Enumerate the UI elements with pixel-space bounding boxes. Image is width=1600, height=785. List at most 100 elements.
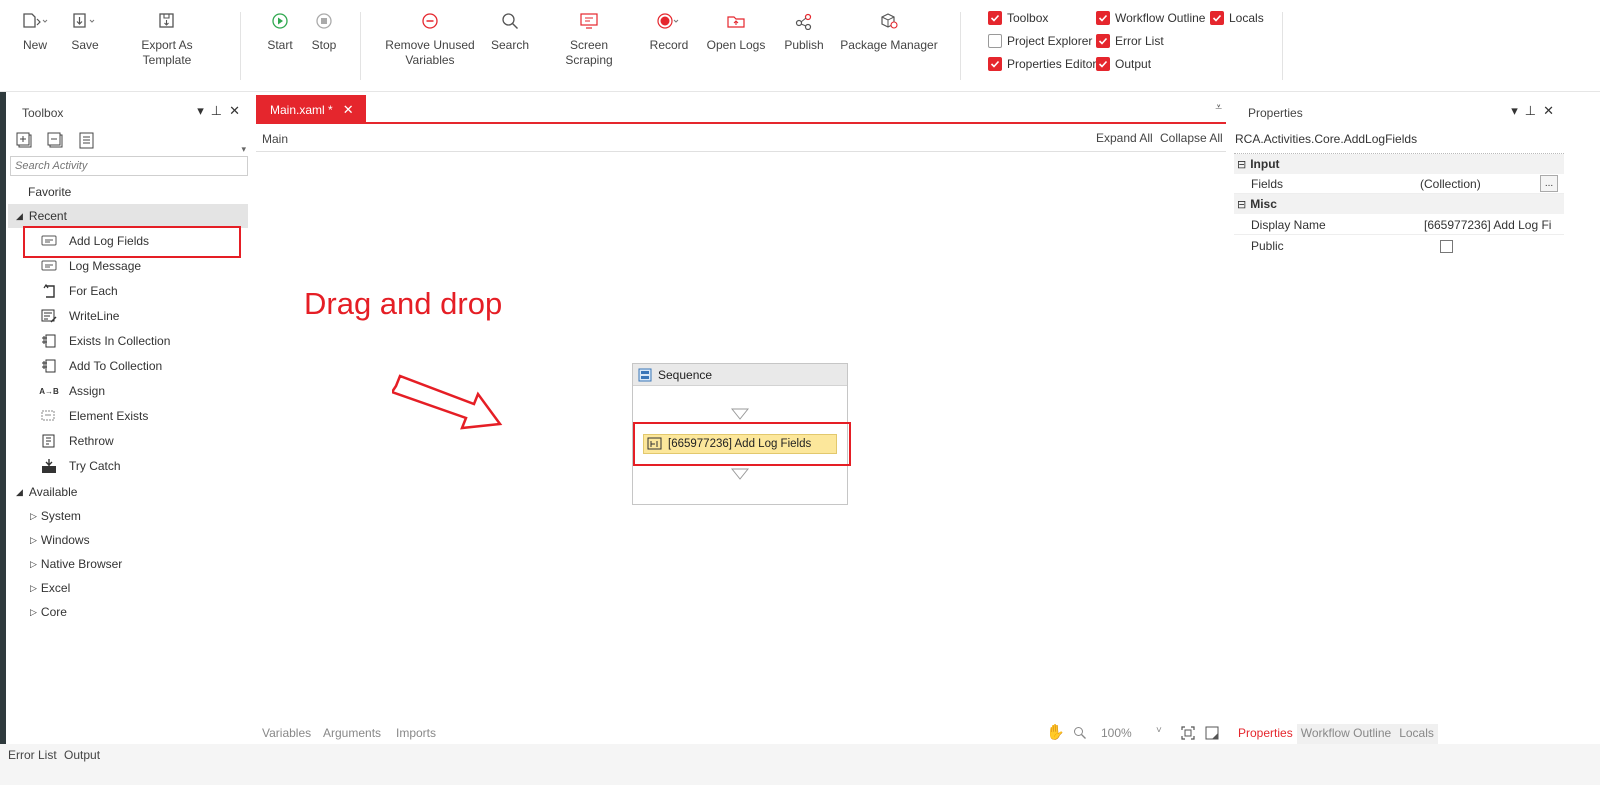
search-button[interactable]: Search [490,8,530,78]
collapse-box-icon[interactable]: ⊟ [1237,198,1246,211]
collapse-all-link[interactable]: Collapse All [1160,131,1223,145]
toolbox-panel-controls: ▾ ⊥ ✕ [197,103,240,119]
zoom-level[interactable]: 100% [1101,726,1132,740]
toolbox-title: Toolbox [22,106,64,120]
properties-bottom-tabs: Properties Workflow Outline Locals [1234,724,1564,744]
toolbox-item-rethrow[interactable]: Rethrow [8,429,248,453]
new-label: New [22,38,47,52]
close-tab-icon[interactable]: ✕ [343,102,354,118]
pan-hand-icon[interactable]: ✋ [1046,723,1065,741]
toolbox-item-element-exists[interactable]: Element Exists [8,404,248,428]
tab-error-list[interactable]: Error List [8,748,57,762]
list-view-icon[interactable] [78,132,96,150]
toolbox-category-excel[interactable]: ▷ Excel [8,576,248,600]
toolbox-category-system[interactable]: ▷ System [8,504,248,528]
checkbox-unchecked-icon [988,34,1002,48]
overview-map-icon[interactable] [1204,725,1220,741]
search-label: Search [490,38,530,52]
toolbox-item-assign[interactable]: A→B Assign [8,379,248,403]
variables-tab[interactable]: Variables [262,726,311,740]
imports-tab[interactable]: Imports [396,726,436,740]
fit-to-screen-icon[interactable] [1180,725,1196,741]
search-icon [502,13,518,29]
collapse-all-icon[interactable] [47,132,65,150]
tab-output[interactable]: Output [64,748,100,762]
toolbox-recent-header[interactable]: ◢ Recent [8,204,248,228]
zoom-icon[interactable] [1073,726,1087,740]
close-icon[interactable]: ✕ [1543,103,1554,119]
arrow-annotation-icon [392,374,503,430]
publish-label: Publish [784,38,824,52]
package-manager-label: Package Manager [840,38,938,52]
zoom-dropdown-icon[interactable]: ˅ [1156,725,1162,736]
collapsed-triangle-icon: ▷ [30,558,37,569]
stop-label: Stop [311,38,337,52]
package-manager-button[interactable]: Package Manager [840,8,938,78]
new-button[interactable]: New [20,8,50,78]
dropdown-arrow-icon[interactable]: ▾ [197,103,204,119]
arguments-tab[interactable]: Arguments [323,726,381,740]
screen-scraping-button[interactable]: Screen Scraping [546,8,632,78]
dropdown-arrow-icon[interactable]: ▾ [1511,103,1518,119]
expand-all-icon[interactable] [16,132,34,150]
toolbox-category-core[interactable]: ▷ Core [8,600,248,624]
toolbox-item-for-each[interactable]: For Each [8,279,248,303]
public-checkbox[interactable] [1440,239,1453,253]
record-button[interactable]: Record [648,8,690,78]
start-button[interactable]: Start [265,8,295,78]
ribbon-toolbar: New Save Export As Template Start Stop R… [0,0,1600,92]
collapsed-triangle-icon: ▷ [30,606,37,617]
checkbox-checked-icon [1210,11,1224,25]
tab-workflow-outline[interactable]: Workflow Outline [1296,724,1396,744]
drag-and-drop-annotation: Drag and drop [304,286,503,321]
toolbox-item-exists-in-collection[interactable]: Exists In Collection [8,329,248,353]
tab-properties[interactable]: Properties [1234,724,1297,744]
screen-scraping-icon [580,13,598,29]
toolbox-item-writeline[interactable]: WriteLine [8,304,248,328]
project-explorer-toggle[interactable]: Project Explorer [988,33,1092,49]
expand-all-link[interactable]: Expand All [1096,131,1153,145]
sequence-header[interactable]: Sequence [633,364,847,386]
toolbox-category-native-browser[interactable]: ▷ Native Browser [8,552,248,576]
toolbox-item-try-catch[interactable]: Try Catch [8,454,248,478]
property-public: Public [1234,236,1564,256]
save-button[interactable]: Save [70,8,100,78]
toolbox-category-windows[interactable]: ▷ Windows [8,528,248,552]
fields-value[interactable]: (Collection) [1420,177,1540,191]
stop-button[interactable]: Stop [309,8,339,78]
highlight-annotation-box [633,422,851,466]
breadcrumb[interactable]: Main [262,132,288,146]
properties-panel-controls: ▾ ⊥ ✕ [1511,103,1554,119]
collapse-box-icon[interactable]: ⊟ [1237,158,1246,171]
export-as-template-button[interactable]: Export As Template [116,8,218,78]
category-input[interactable]: ⊟ Input [1234,154,1564,174]
tab-overflow-icon[interactable]: ⩡ [1215,100,1222,115]
toolbox-available-header[interactable]: ◢ Available [8,480,248,504]
properties-editor-toggle[interactable]: Properties Editor [988,56,1096,72]
sequence-icon [638,368,652,381]
package-icon [881,13,898,29]
bottom-panel-tabs: Error List Output [0,744,1600,785]
remove-unused-variables-button[interactable]: Remove Unused Variables [384,8,476,78]
error-list-toggle[interactable]: Error List [1096,33,1164,49]
designer-footer: Variables Arguments Imports ✋ 100% ˅ [256,722,1226,744]
pin-icon[interactable]: ⊥ [211,103,222,119]
toolbox-favorite[interactable]: Favorite [8,180,248,204]
open-logs-button[interactable]: Open Logs [706,8,766,78]
output-toggle[interactable]: Output [1096,56,1151,72]
workflow-outline-toggle[interactable]: Workflow Outline [1096,10,1205,26]
toolbox-item-add-to-collection[interactable]: Add To Collection [8,354,248,378]
fields-ellipsis-button[interactable]: ... [1540,175,1558,192]
locals-toggle[interactable]: Locals [1210,10,1264,26]
search-activity-input[interactable] [10,156,248,176]
tab-main-xaml[interactable]: Main.xaml * ✕ [256,95,366,124]
category-misc[interactable]: ⊟ Misc [1234,194,1564,214]
pin-icon[interactable]: ⊥ [1525,103,1536,119]
tab-locals[interactable]: Locals [1395,724,1438,744]
publish-button[interactable]: Publish [782,8,826,78]
highlight-annotation-box [23,226,241,258]
display-name-input[interactable]: [665977236] Add Log Fi [1424,218,1564,232]
toolbox-toggle[interactable]: Toolbox [988,10,1048,26]
screen-scraping-label: Screen Scraping [565,38,613,67]
close-icon[interactable]: ✕ [229,103,240,119]
